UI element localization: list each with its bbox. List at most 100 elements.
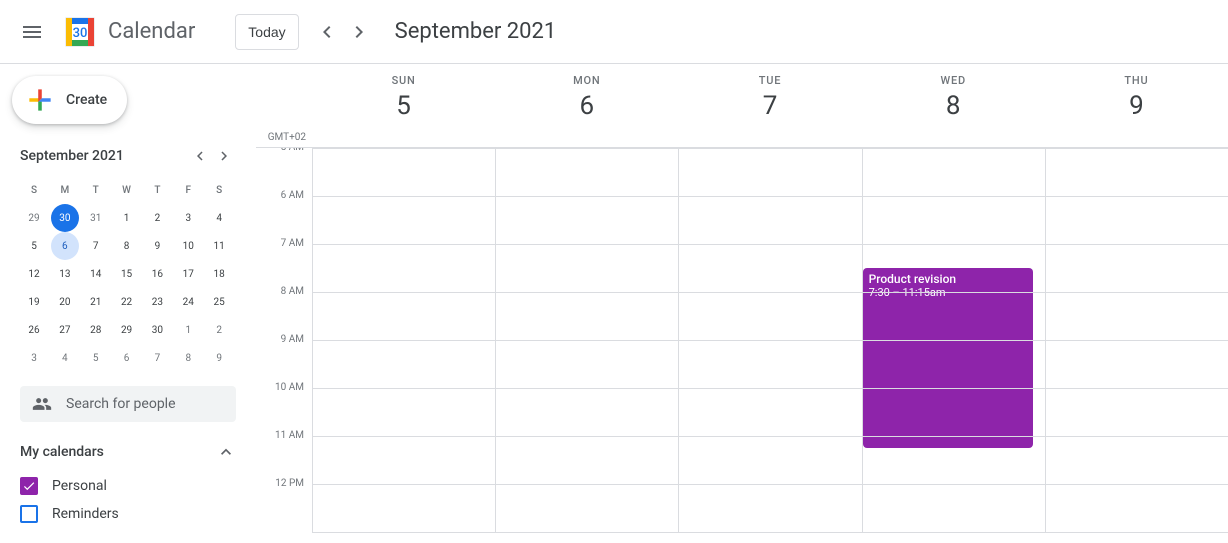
my-calendars-label: My calendars [20, 444, 104, 460]
day-number: 6 [495, 91, 678, 121]
hamburger-icon [20, 20, 44, 44]
hour-gridline [312, 148, 1228, 149]
day-of-week: WED [862, 74, 1045, 87]
main-menu-button[interactable] [8, 8, 56, 56]
chevron-left-icon [315, 20, 339, 44]
mini-day[interactable]: 9 [143, 232, 171, 260]
event-title: Product revision [869, 272, 1027, 286]
mini-day[interactable]: 12 [20, 260, 48, 288]
mini-day[interactable]: 22 [113, 288, 141, 316]
day-of-week: MON [495, 74, 678, 87]
day-header[interactable]: WED 8 [862, 64, 1045, 147]
current-period-title: September 2021 [395, 19, 557, 44]
mini-day[interactable]: 3 [174, 204, 202, 232]
mini-day[interactable]: 30 [51, 204, 79, 232]
mini-day[interactable]: 23 [143, 288, 171, 316]
mini-day[interactable]: 9 [205, 344, 233, 372]
mini-day[interactable]: 10 [174, 232, 202, 260]
day-header[interactable]: THU 9 [1045, 64, 1228, 147]
day-header[interactable]: SUN5 [312, 64, 495, 147]
mini-day[interactable]: 30 [143, 316, 171, 344]
mini-dow: W [113, 176, 141, 204]
timezone-label: GMT+02 [268, 132, 306, 143]
mini-day[interactable]: 4 [51, 344, 79, 372]
calendar-checkbox[interactable] [20, 505, 38, 523]
day-number: 8 [862, 91, 1045, 121]
mini-day[interactable]: 28 [82, 316, 110, 344]
mini-day[interactable]: 8 [174, 344, 202, 372]
hour-label: 8 AM [256, 286, 312, 334]
hour-label: 6 AM [256, 190, 312, 238]
hour-label: 9 AM [256, 334, 312, 382]
mini-day[interactable]: 1 [113, 204, 141, 232]
day-number: 9 [1045, 91, 1228, 121]
mini-day[interactable]: 14 [82, 260, 110, 288]
mini-day[interactable]: 24 [174, 288, 202, 316]
grid-scroll-area[interactable]: 5 AM6 AM7 AM8 AM9 AM10 AM11 AM12 PM Prod… [256, 148, 1228, 543]
app-name: Calendar [108, 19, 195, 44]
app-header: 30 Calendar Today September 2021 [0, 0, 1228, 64]
mini-day[interactable]: 2 [205, 316, 233, 344]
mini-day[interactable]: 21 [82, 288, 110, 316]
calendar-name: Reminders [52, 506, 119, 522]
mini-day[interactable]: 13 [51, 260, 79, 288]
hour-gridline [312, 244, 1228, 245]
mini-day[interactable]: 25 [205, 288, 233, 316]
mini-day[interactable]: 7 [82, 232, 110, 260]
app-logo: 30 Calendar [60, 12, 195, 52]
mini-dow: T [82, 176, 110, 204]
calendar-event[interactable]: Product revision7:30 – 11:15am [863, 268, 1033, 448]
calendar-item[interactable]: Personal [20, 472, 236, 500]
day-header[interactable]: MON 6 [495, 64, 678, 147]
mini-day[interactable]: 6 [51, 232, 79, 260]
create-label: Create [66, 92, 107, 108]
mini-dow: F [174, 176, 202, 204]
mini-day[interactable]: 5 [20, 232, 48, 260]
mini-day[interactable]: 5 [82, 344, 110, 372]
mini-day[interactable]: 15 [113, 260, 141, 288]
mini-day[interactable]: 17 [174, 260, 202, 288]
mini-day[interactable]: 31 [82, 204, 110, 232]
create-button[interactable]: Create [12, 76, 127, 124]
mini-day[interactable]: 29 [113, 316, 141, 344]
mini-day[interactable]: 27 [51, 316, 79, 344]
mini-day[interactable]: 11 [205, 232, 233, 260]
calendar-checkbox[interactable] [20, 477, 38, 495]
mini-day[interactable]: 3 [20, 344, 48, 372]
hour-gridline [312, 532, 1228, 533]
mini-day[interactable]: 26 [20, 316, 48, 344]
mini-next-month[interactable] [212, 144, 236, 168]
mini-day[interactable]: 7 [143, 344, 171, 372]
day-header[interactable]: TUE7 [678, 64, 861, 147]
my-calendars-toggle[interactable]: My calendars [20, 442, 236, 462]
hour-label: 10 AM [256, 382, 312, 430]
prev-period-button[interactable] [311, 16, 343, 48]
chevron-right-icon [215, 147, 233, 165]
mini-day[interactable]: 16 [143, 260, 171, 288]
calendar-item[interactable]: Reminders [20, 500, 236, 528]
mini-day[interactable]: 19 [20, 288, 48, 316]
hour-gridline [312, 436, 1228, 437]
mini-day[interactable]: 20 [51, 288, 79, 316]
mini-day[interactable]: 6 [113, 344, 141, 372]
mini-day[interactable]: 18 [205, 260, 233, 288]
mini-calendar: September 2021 SMTWTFS293031123456789101… [20, 144, 236, 372]
day-of-week: THU [1045, 74, 1228, 87]
search-people-input[interactable]: Search for people [20, 386, 236, 422]
chevron-right-icon [347, 20, 371, 44]
mini-day[interactable]: 1 [174, 316, 202, 344]
time-gutter-header: GMT+02 [256, 64, 312, 147]
mini-prev-month[interactable] [188, 144, 212, 168]
mini-dow: S [20, 176, 48, 204]
day-number: 7 [678, 91, 861, 121]
mini-day[interactable]: 29 [20, 204, 48, 232]
sidebar: Create September 2021 SMTWTFS29303112345… [0, 64, 256, 543]
hour-label: 5 AM [256, 148, 312, 190]
mini-day[interactable]: 2 [143, 204, 171, 232]
hour-label: 12 PM [256, 478, 312, 526]
next-period-button[interactable] [343, 16, 375, 48]
today-button[interactable]: Today [235, 14, 298, 50]
mini-day[interactable]: 8 [113, 232, 141, 260]
mini-dow: S [205, 176, 233, 204]
mini-day[interactable]: 4 [205, 204, 233, 232]
